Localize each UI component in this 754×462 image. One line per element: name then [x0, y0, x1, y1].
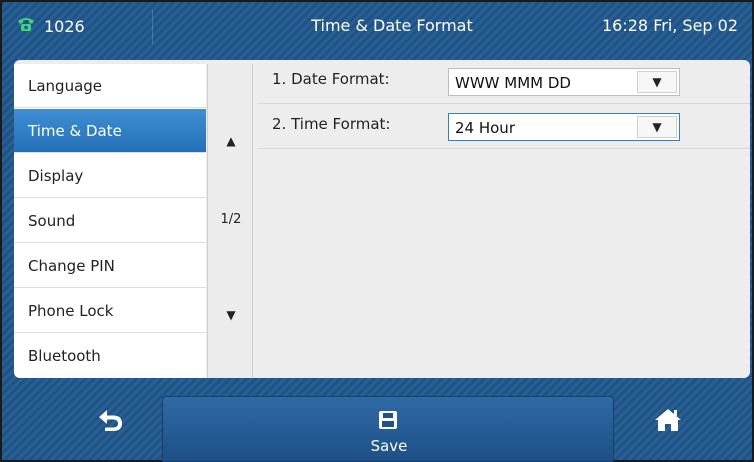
date-format-select[interactable]: WWW MMM DD ▼ — [448, 68, 680, 96]
phone-handset-icon — [16, 16, 36, 36]
chevron-down-icon: ▼ — [652, 120, 662, 134]
sidebar-item-label: Bluetooth — [28, 347, 101, 365]
clock-date: 16:28 Fri, Sep 02 — [602, 16, 739, 35]
triangle-down-icon: ▼ — [226, 308, 236, 322]
sidebar-item-sound[interactable]: Sound — [14, 199, 206, 243]
page-title: Time & Date Format — [311, 16, 473, 35]
date-format-value: WWW MMM DD — [455, 74, 571, 92]
time-format-select[interactable]: 24 Hour ▼ — [448, 113, 680, 141]
page-up-button[interactable]: ▲ — [208, 134, 254, 148]
sidebar-item-bluetooth[interactable]: Bluetooth — [14, 334, 206, 378]
chevron-down-icon: ▼ — [652, 75, 662, 89]
home-button[interactable] — [648, 402, 688, 442]
settings-menu: Language Time & Date Display Sound Chang… — [14, 64, 206, 378]
date-format-row: 1. Date Format: WWW MMM DD ▼ — [258, 60, 750, 104]
softkey-bar: Save — [2, 384, 752, 462]
status-bar: 1026 Time & Date Format 16:28 Fri, Sep 0… — [2, 2, 752, 52]
dropdown-arrow-button[interactable]: ▼ — [637, 116, 677, 138]
sidebar-item-display[interactable]: Display — [14, 154, 206, 198]
account-number: 1026 — [44, 16, 85, 36]
save-label: Save — [370, 437, 408, 455]
sidebar-item-time-date[interactable]: Time & Date — [14, 109, 206, 153]
sidebar-item-label: Language — [28, 76, 103, 95]
page-scroller: ▲ 1/2 ▼ — [207, 64, 253, 378]
home-icon — [653, 407, 683, 437]
dropdown-arrow-button[interactable]: ▼ — [637, 71, 677, 93]
sidebar-item-language[interactable]: Language — [14, 64, 206, 108]
date-format-label: 1. Date Format: — [272, 70, 390, 88]
sidebar-item-label: Sound — [28, 211, 76, 230]
phone-screen: 1026 Time & Date Format 16:28 Fri, Sep 0… — [0, 0, 754, 462]
save-button[interactable]: Save — [162, 396, 614, 462]
time-format-value: 24 Hour — [455, 119, 515, 137]
page-down-button[interactable]: ▼ — [208, 308, 254, 322]
floppy-disk-icon — [375, 408, 401, 432]
time-format-label: 2. Time Format: — [272, 115, 391, 133]
status-divider — [152, 10, 153, 44]
triangle-up-icon: ▲ — [226, 134, 236, 148]
time-format-row: 2. Time Format: 24 Hour ▼ — [258, 105, 750, 149]
settings-content: 1. Date Format: WWW MMM DD ▼ 2. Time For… — [258, 60, 750, 378]
sidebar-item-label: Phone Lock — [28, 301, 114, 320]
sidebar-item-label: Time & Date — [28, 121, 122, 140]
account-indicator: 1026 — [16, 15, 85, 37]
sidebar-item-label: Display — [28, 166, 84, 185]
sidebar-item-phone-lock[interactable]: Phone Lock — [14, 289, 206, 333]
main-panel: Language Time & Date Display Sound Chang… — [14, 60, 750, 378]
sidebar-item-label: Change PIN — [28, 256, 115, 275]
back-button[interactable] — [90, 402, 130, 442]
page-indicator: 1/2 — [220, 212, 242, 227]
sidebar-item-change-pin[interactable]: Change PIN — [14, 244, 206, 288]
back-arrow-icon — [96, 407, 124, 437]
